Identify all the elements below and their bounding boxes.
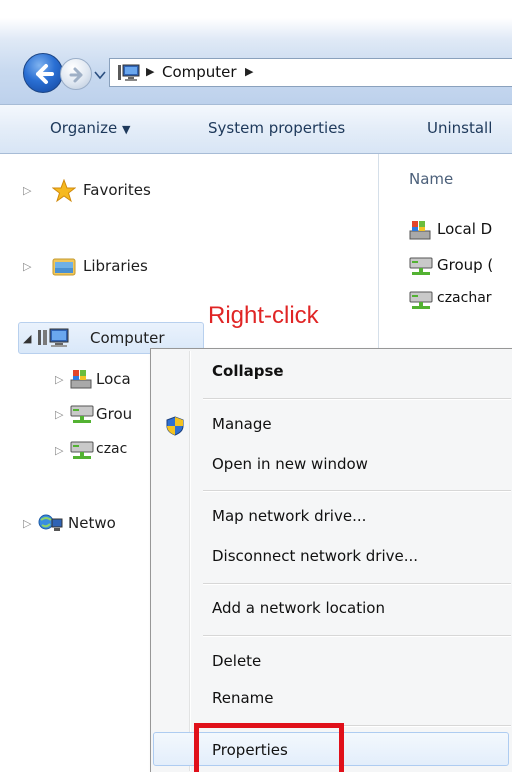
organize-label: Organize: [50, 119, 118, 137]
properties-highlight-box: [194, 723, 344, 772]
menu-item-label: Collapse: [212, 362, 284, 380]
expand-arrow-icon[interactable]: ▷: [55, 408, 63, 421]
menu-item-label: Rename: [212, 689, 274, 707]
uninstall-button[interactable]: Uninstall: [427, 119, 492, 137]
command-bar: Organize ▼ System properties Uninstall: [0, 104, 512, 154]
menu-item-label: Disconnect network drive...: [212, 547, 419, 565]
expand-arrow-icon[interactable]: ▷: [23, 517, 31, 530]
menu-item-add-network-location[interactable]: Add a network location: [153, 592, 511, 626]
network-drive-icon: [409, 257, 433, 275]
menu-item-open-new-window[interactable]: Open in new window: [153, 448, 511, 482]
network-drive-icon: [70, 405, 94, 423]
star-icon: [52, 179, 76, 203]
nav-label: Computer: [90, 329, 165, 347]
nav-label: Loca: [96, 370, 131, 388]
window-chrome: ▶ Computer ▶: [0, 0, 512, 104]
computer-icon: [118, 64, 140, 81]
chevron-down-icon: ▼: [121, 123, 131, 136]
menu-separator: [203, 398, 511, 400]
arrow-right-icon: [69, 67, 83, 83]
libraries-folder-icon: [52, 258, 76, 276]
forward-button[interactable]: [60, 58, 92, 90]
computer-icon: [38, 328, 69, 347]
nav-label: Libraries: [83, 257, 148, 275]
menu-separator: [203, 635, 511, 637]
menu-separator: [203, 583, 511, 585]
drive-icon: [70, 370, 92, 389]
nav-label: czac: [96, 441, 128, 457]
network-drive-icon: [409, 291, 433, 309]
right-click-annotation: Right-click: [208, 302, 319, 329]
system-properties-button[interactable]: System properties: [208, 119, 345, 137]
drive-icon: [409, 221, 431, 240]
nav-label: Favorites: [83, 181, 151, 199]
uac-shield-icon: [166, 416, 184, 436]
expand-arrow-icon[interactable]: ▷: [23, 184, 31, 197]
collapse-arrow-icon[interactable]: ◢: [23, 332, 31, 345]
menu-item-collapse[interactable]: Collapse: [153, 355, 511, 389]
menu-item-label: Map network drive...: [212, 507, 367, 525]
menu-item-disconnect-network-drive[interactable]: Disconnect network drive...: [153, 540, 511, 574]
menu-separator: [203, 490, 511, 492]
expand-arrow-icon[interactable]: ▷: [55, 373, 63, 386]
menu-item-delete[interactable]: Delete: [153, 645, 511, 679]
breadcrumb-computer[interactable]: Computer: [162, 63, 237, 81]
breadcrumb-separator-icon[interactable]: ▶: [146, 65, 154, 78]
organize-button[interactable]: Organize ▼: [50, 119, 130, 137]
menu-item-label: Delete: [212, 652, 262, 670]
network-icon: [38, 514, 63, 531]
menu-item-label: Manage: [212, 415, 272, 433]
expand-arrow-icon[interactable]: ▷: [55, 444, 63, 457]
context-menu: Collapse Manage Open in new window Map n…: [150, 348, 512, 772]
nav-label: Grou: [96, 405, 133, 423]
recent-pages-chevron-icon[interactable]: [93, 70, 107, 80]
column-header-name[interactable]: Name: [409, 170, 453, 188]
nav-label: Netwo: [68, 514, 116, 532]
list-item-label: czachar: [437, 290, 492, 306]
arrow-left-icon: [36, 64, 54, 84]
menu-item-manage[interactable]: Manage: [153, 408, 511, 442]
back-button[interactable]: [23, 53, 63, 93]
address-bar[interactable]: ▶ Computer ▶: [109, 58, 512, 87]
expand-arrow-icon[interactable]: ▷: [23, 260, 31, 273]
menu-item-map-network-drive[interactable]: Map network drive...: [153, 500, 511, 534]
menu-item-rename[interactable]: Rename: [153, 682, 511, 716]
breadcrumb-separator-icon[interactable]: ▶: [245, 65, 253, 78]
list-item-label: Group (: [437, 256, 494, 274]
menu-item-label: Open in new window: [212, 455, 368, 473]
network-drive-icon: [70, 441, 94, 459]
menu-item-label: Add a network location: [212, 599, 385, 617]
list-item-label: Local D: [437, 220, 493, 238]
